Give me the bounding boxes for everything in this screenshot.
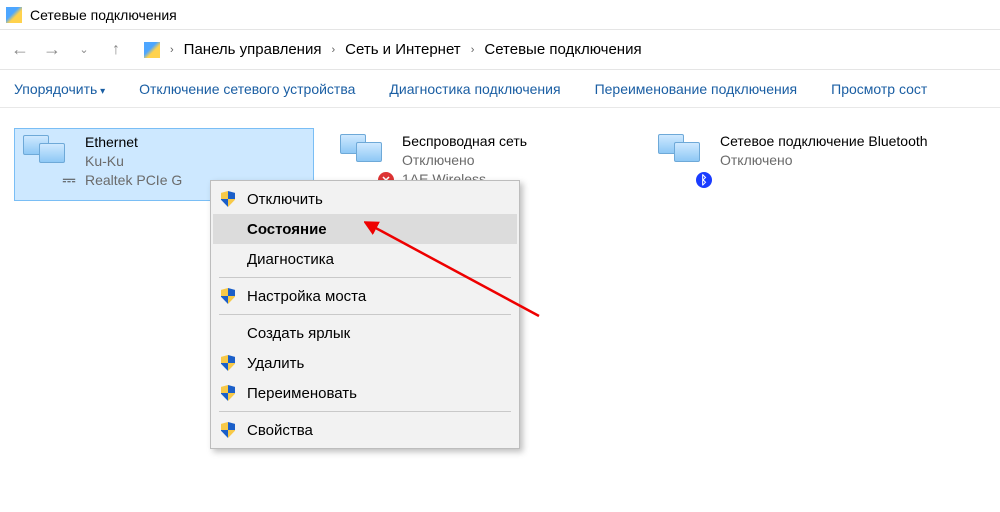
network-icon: ⎓ <box>21 133 75 185</box>
blank-icon <box>219 220 237 238</box>
context-menu: Отключить Состояние Диагностика Настройк… <box>210 180 520 449</box>
back-button[interactable]: ← <box>10 39 30 60</box>
menu-diagnostics[interactable]: Диагностика <box>213 244 517 274</box>
menu-item-label: Настройка моста <box>247 288 366 305</box>
connection-status: Ku-Ku <box>85 152 182 171</box>
toolbar-rename[interactable]: Переименование подключения <box>595 81 798 97</box>
connection-name: Ethernet <box>85 133 182 152</box>
network-icon: ✕ <box>338 132 392 184</box>
connected-icon: ⎓ <box>61 173 77 189</box>
shield-icon <box>219 421 237 439</box>
chevron-icon: › <box>331 44 335 56</box>
breadcrumb-control-panel[interactable]: Панель управления <box>184 41 322 58</box>
menu-bridge[interactable]: Настройка моста <box>213 281 517 311</box>
menu-separator <box>219 411 511 412</box>
menu-item-label: Удалить <box>247 355 304 372</box>
breadcrumb-network-internet[interactable]: Сеть и Интернет <box>345 41 461 58</box>
chevron-icon: › <box>471 44 475 56</box>
address-bar[interactable]: › Панель управления › Сеть и Интернет › … <box>144 41 642 58</box>
shield-icon <box>219 384 237 402</box>
menu-item-label: Отключить <box>247 191 323 208</box>
toolbar-disable-device[interactable]: Отключение сетевого устройства <box>139 81 355 97</box>
window-title: Сетевые подключения <box>30 7 177 23</box>
menu-item-label: Свойства <box>247 422 313 439</box>
connection-device: Realtek PCIe G <box>85 171 182 190</box>
shield-icon <box>219 354 237 372</box>
toolbar: Упорядочить Отключение сетевого устройст… <box>0 70 1000 108</box>
menu-status[interactable]: Состояние <box>213 214 517 244</box>
blank-icon <box>219 324 237 342</box>
connection-status: Отключено <box>402 151 527 170</box>
chevron-icon: › <box>170 44 174 56</box>
menu-separator <box>219 277 511 278</box>
connection-status: Отключено <box>720 151 928 170</box>
shield-icon <box>219 287 237 305</box>
breadcrumb-network-connections[interactable]: Сетевые подключения <box>484 41 641 58</box>
bluetooth-icon: ᛒ <box>696 172 712 188</box>
forward-button[interactable]: → <box>42 39 62 60</box>
menu-item-label: Переименовать <box>247 385 357 402</box>
recent-dropdown[interactable]: ⌄ <box>74 43 94 56</box>
menu-item-label: Состояние <box>247 221 327 238</box>
toolbar-diagnose[interactable]: Диагностика подключения <box>389 81 560 97</box>
menu-separator <box>219 314 511 315</box>
up-button[interactable]: ↑ <box>106 41 126 59</box>
menu-item-label: Создать ярлык <box>247 325 350 342</box>
network-icon: ᛒ <box>656 132 710 184</box>
connection-name: Беспроводная сеть <box>402 132 527 151</box>
navbar: ← → ⌄ ↑ › Панель управления › Сеть и Инт… <box>0 30 1000 70</box>
toolbar-view-status[interactable]: Просмотр сост <box>831 81 927 97</box>
location-icon <box>144 42 160 58</box>
connection-name: Сетевое подключение Bluetooth <box>720 132 928 151</box>
app-icon <box>6 7 22 23</box>
menu-rename[interactable]: Переименовать <box>213 378 517 408</box>
blank-icon <box>219 250 237 268</box>
titlebar: Сетевые подключения <box>0 0 1000 30</box>
menu-properties[interactable]: Свойства <box>213 415 517 445</box>
connection-bluetooth[interactable]: ᛒ Сетевое подключение Bluetooth Отключен… <box>650 128 950 194</box>
toolbar-organize[interactable]: Упорядочить <box>14 81 105 97</box>
menu-delete[interactable]: Удалить <box>213 348 517 378</box>
menu-item-label: Диагностика <box>247 251 334 268</box>
shield-icon <box>219 190 237 208</box>
menu-disable[interactable]: Отключить <box>213 184 517 214</box>
menu-create-shortcut[interactable]: Создать ярлык <box>213 318 517 348</box>
